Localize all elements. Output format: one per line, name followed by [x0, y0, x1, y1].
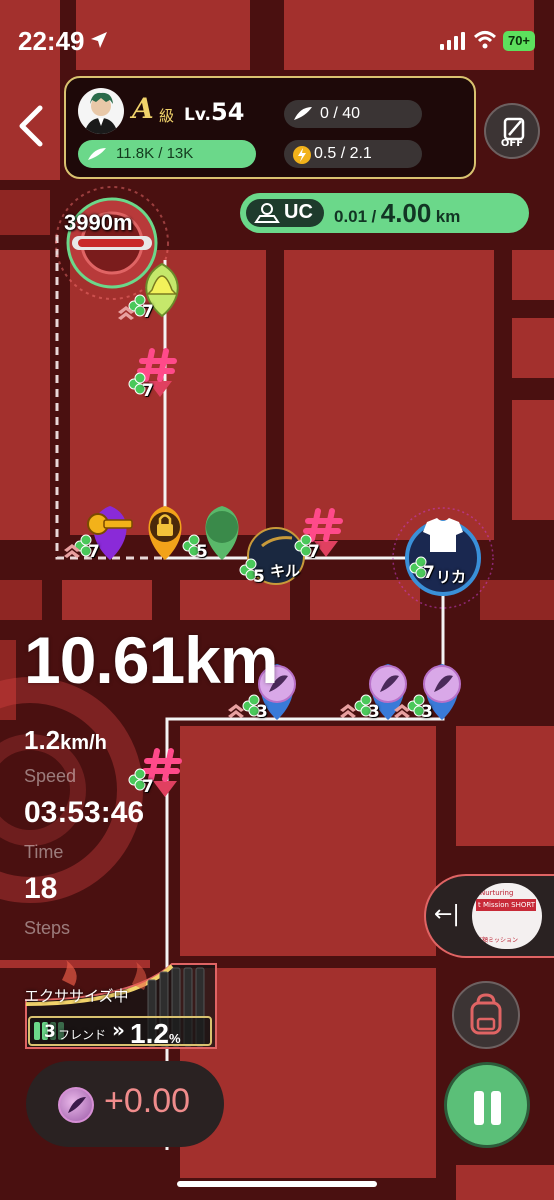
marker-count: 7 — [423, 563, 435, 583]
marker-count: 7 — [142, 381, 154, 401]
collapse-arrow-icon[interactable]: ←| — [434, 902, 460, 927]
mission-thumbnail[interactable]: Nurturing t Mission SHORT 高額ミッション — [472, 883, 542, 949]
avatar[interactable] — [78, 88, 124, 134]
player-grade-suffix: 級 — [159, 107, 175, 125]
friend-label: フレンド — [58, 1028, 107, 1042]
feather-icon — [88, 148, 106, 160]
energy-pill: 0.5 / 2.1 — [284, 140, 422, 168]
marker-count: 5 — [253, 567, 265, 587]
marker-count: 7 — [88, 542, 100, 562]
kill-label: キル — [270, 562, 301, 580]
coin-earned: +0.00 — [104, 1082, 191, 1120]
stamina-bar: 11.8K / 13K — [78, 140, 256, 168]
speed-value: 1.2km/h — [24, 725, 107, 755]
player-grade: A — [132, 92, 154, 125]
pause-button[interactable] — [444, 1062, 530, 1148]
bonus-arrows: » — [112, 1018, 125, 1042]
uc-label: UC — [284, 201, 313, 223]
distance-value: 10.61km — [24, 623, 279, 697]
steps-value: 18 — [24, 872, 58, 905]
backpack-button[interactable] — [452, 981, 520, 1049]
shirt-label: リカ — [436, 568, 467, 586]
marker-count: 7 — [142, 302, 154, 322]
bonus-percent: 1.2% — [130, 1018, 181, 1049]
location-arrow-icon — [91, 32, 107, 48]
mission-side-tab[interactable]: ←| Nurturing t Mission SHORT 高額ミッション — [424, 874, 554, 958]
feather-icon — [294, 107, 312, 120]
home-indicator[interactable] — [177, 1181, 377, 1187]
marker-count: 3 — [368, 702, 380, 722]
pause-icon — [474, 1091, 484, 1125]
stamina-text: 11.8K / 13K — [116, 145, 194, 162]
friend-count: 3 — [44, 1022, 56, 1042]
feather-text: 0 / 40 — [320, 105, 361, 122]
time-label: Time — [24, 842, 64, 862]
speed-label: Speed — [24, 766, 77, 786]
battery-indicator: 70+ — [503, 31, 535, 51]
auto-off-button[interactable]: OFF — [484, 103, 540, 159]
marker-count: 7 — [142, 777, 154, 797]
marker-count: 7 — [308, 542, 320, 562]
marker-count: 5 — [196, 542, 208, 562]
friend-bonus-row: 3 フレンド » 1.2% — [28, 1016, 212, 1049]
goal-distance-label: 3990m — [64, 210, 133, 235]
signal-icon — [440, 32, 465, 50]
status-time: 22:49 — [18, 26, 85, 56]
energy-text: 0.5 / 2.1 — [314, 145, 372, 162]
status-bar: 22:49 70+ — [0, 0, 554, 70]
uc-tag: UC — [246, 199, 324, 227]
wifi-icon — [473, 31, 497, 49]
time-value: 03:53:46 — [24, 796, 145, 829]
lightning-icon — [293, 146, 311, 164]
exercise-label: エクササイズ中 — [24, 987, 129, 1005]
auto-off-label: OFF — [500, 138, 524, 149]
backpack-icon — [470, 993, 502, 1035]
coin-panel[interactable]: +0.00 — [26, 1061, 224, 1147]
player-status-panel[interactable]: A 級 Lv.54 11.8K / 13K 0 / 40 0.5 / 2.1 — [64, 76, 476, 179]
steps-label: Steps — [24, 918, 71, 938]
player-level: Lv.54 — [184, 98, 245, 126]
feather-coin-icon — [58, 1087, 94, 1123]
marker-count: 3 — [421, 702, 433, 722]
uc-progress-panel[interactable]: UC 0.01 / 4.00 km — [240, 193, 529, 233]
uc-value: 0.01 / 4.00 km — [334, 198, 461, 228]
feather-pill: 0 / 40 — [284, 100, 422, 128]
marker-count: 3 — [256, 702, 268, 722]
back-button[interactable] — [14, 104, 50, 148]
map-pin-icon — [254, 203, 280, 223]
